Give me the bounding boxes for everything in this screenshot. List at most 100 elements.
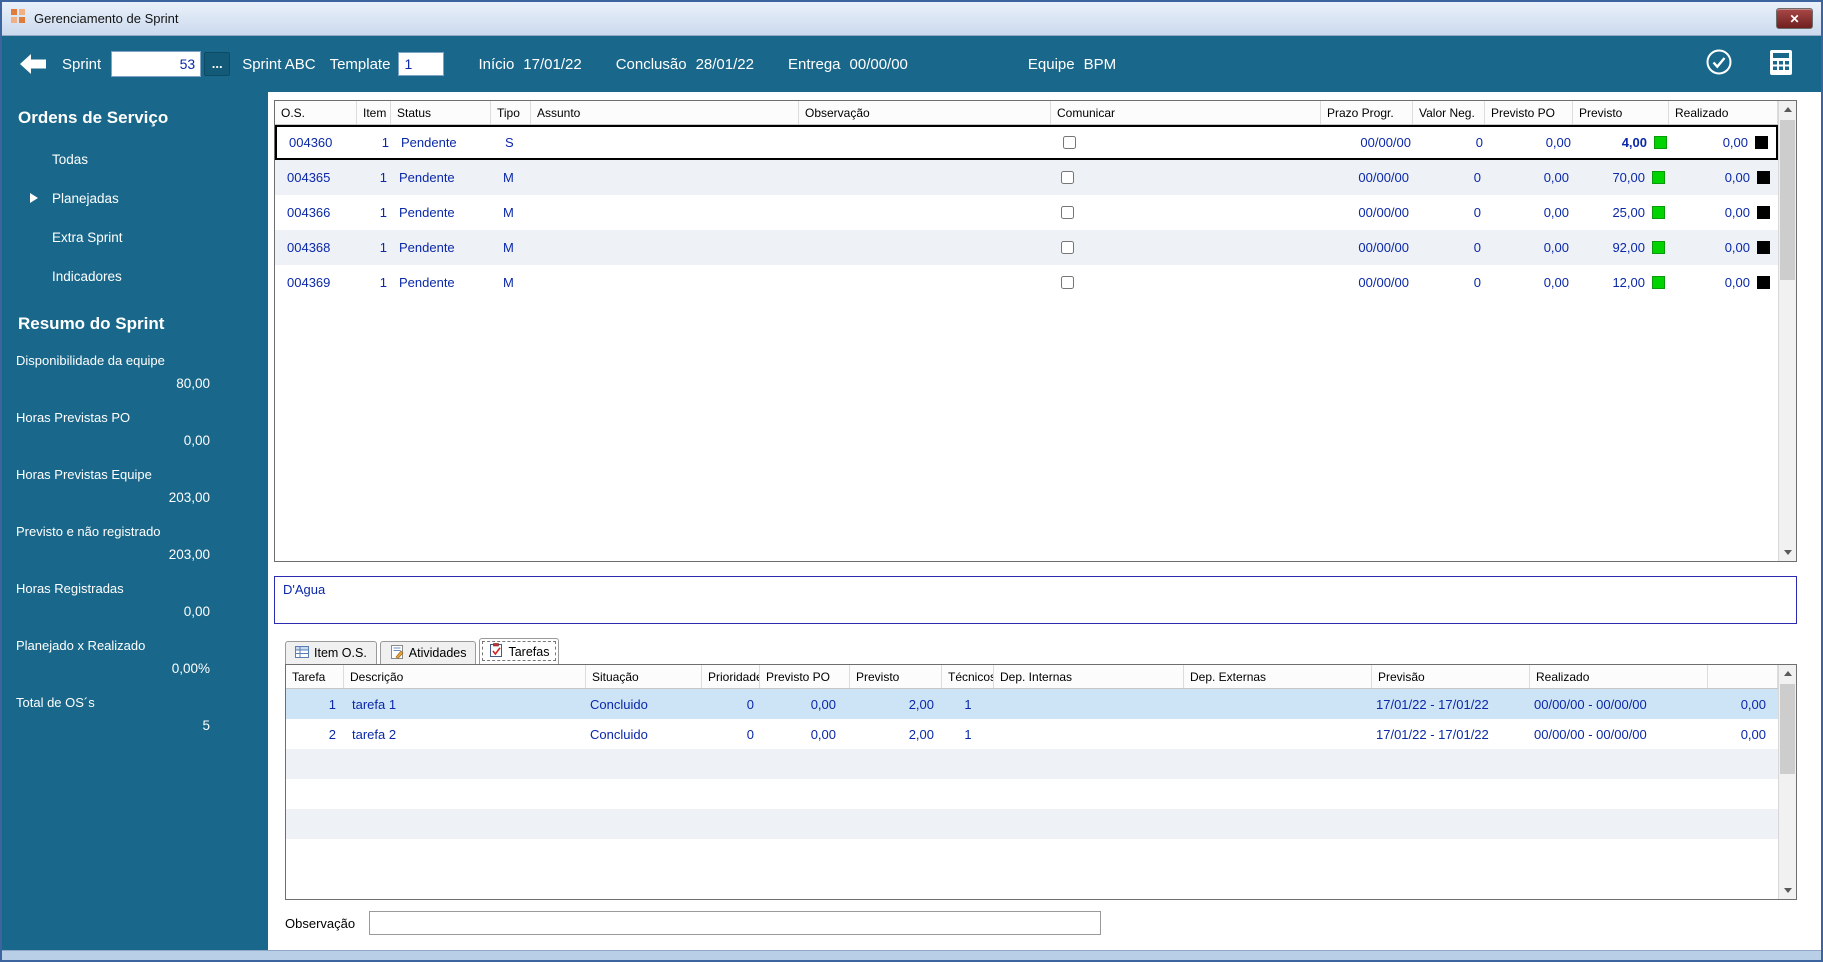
- cell-observacao: [799, 265, 1051, 300]
- cell-item: 1: [379, 170, 387, 185]
- scroll-down-icon[interactable]: [1779, 882, 1796, 899]
- status-green-icon: [1652, 171, 1665, 184]
- table-row[interactable]: 004360 1 Pendente S 00/00/00 0 0,00 4,00…: [275, 125, 1778, 160]
- cell-previsto: 70,00: [1612, 170, 1645, 185]
- col-realizado[interactable]: Realizado: [1530, 665, 1708, 688]
- col-previsto-po[interactable]: Previsto PO: [1485, 101, 1573, 124]
- cell-previsto: 4,00: [1621, 135, 1647, 150]
- cell-previsto-po: 0,00: [1543, 275, 1569, 290]
- scroll-up-icon[interactable]: [1779, 665, 1796, 682]
- scroll-up-icon[interactable]: [1779, 101, 1796, 118]
- tab-strip: Item O.S. Atividades Tarefas: [285, 638, 1797, 664]
- col-valor-neg[interactable]: Valor Neg.: [1413, 101, 1485, 124]
- empty-row: [286, 809, 1778, 839]
- table-row[interactable]: 004368 1 Pendente M 00/00/00 0 0,00 92,0…: [275, 230, 1778, 265]
- col-tecnicos[interactable]: Técnicos: [942, 665, 994, 688]
- titlebar: Gerenciamento de Sprint ✕: [2, 2, 1821, 36]
- col-assunto[interactable]: Assunto: [531, 101, 799, 124]
- inicio-label: Início: [478, 55, 515, 73]
- col-dep-internas[interactable]: Dep. Internas: [994, 665, 1184, 688]
- cell-realizado: 00/00/00 - 00/00/00: [1534, 696, 1647, 712]
- sprint-number-input[interactable]: [111, 51, 202, 77]
- comunicar-checkbox[interactable]: [1063, 136, 1076, 149]
- comunicar-checkbox[interactable]: [1061, 206, 1074, 219]
- col-previsto-po[interactable]: Previsto PO: [760, 665, 850, 688]
- cell-descricao: tarefa 2: [352, 726, 397, 742]
- col-comunicar[interactable]: Comunicar: [1051, 101, 1321, 124]
- cell-prazo: 00/00/00: [1360, 135, 1411, 150]
- col-dep-externas[interactable]: Dep. Externas: [1184, 665, 1372, 688]
- os-grid-scrollbar[interactable]: [1778, 101, 1796, 561]
- cell-previsto-po: 0,00: [1543, 240, 1569, 255]
- status-green-icon: [1654, 136, 1667, 149]
- col-previsao[interactable]: Previsão: [1372, 665, 1530, 688]
- stat-total-os: Total de OS´s 5: [16, 695, 210, 733]
- cell-previsto-po: 0,00: [810, 696, 836, 712]
- observacao-row: Observação: [285, 910, 1797, 936]
- tab-item-os[interactable]: Item O.S.: [285, 641, 377, 664]
- close-button[interactable]: ✕: [1776, 8, 1813, 29]
- comunicar-checkbox[interactable]: [1061, 171, 1074, 184]
- calculator-icon[interactable]: [1769, 49, 1793, 80]
- cell-observacao: [799, 160, 1051, 195]
- sprint-lookup-button[interactable]: ...: [204, 52, 231, 76]
- template-label: Template: [329, 55, 391, 73]
- cell-realizado: 0,00: [1724, 275, 1750, 290]
- col-descricao[interactable]: Descrição: [344, 665, 586, 688]
- confirm-check-icon[interactable]: [1705, 48, 1733, 80]
- status-green-icon: [1652, 206, 1665, 219]
- comunicar-checkbox[interactable]: [1061, 241, 1074, 254]
- sidebar-item-extra-sprint[interactable]: Extra Sprint: [2, 230, 268, 245]
- col-status[interactable]: Status: [391, 101, 491, 124]
- cell-horas: 0,00: [1740, 696, 1766, 712]
- table-row[interactable]: 004365 1 Pendente M 00/00/00 0 0,00 70,0…: [275, 160, 1778, 195]
- col-realizado[interactable]: Realizado: [1669, 101, 1778, 124]
- col-tarefa[interactable]: Tarefa: [286, 665, 344, 688]
- cell-dep-externas: [1184, 719, 1372, 749]
- cell-realizado: 0,00: [1724, 240, 1750, 255]
- sidebar-item-indicadores[interactable]: Indicadores: [2, 269, 268, 284]
- table-row[interactable]: 004366 1 Pendente M 00/00/00 0 0,00 25,0…: [275, 195, 1778, 230]
- template-input[interactable]: [398, 52, 445, 76]
- col-tipo[interactable]: Tipo: [491, 101, 531, 124]
- col-item[interactable]: Item: [357, 101, 391, 124]
- tab-atividades[interactable]: Atividades: [379, 641, 477, 664]
- table-row[interactable]: 1 tarefa 1 Concluido 0 0,00 2,00 1 17/01…: [286, 689, 1778, 719]
- col-situacao[interactable]: Situação: [586, 665, 702, 688]
- cell-prioridade: 0: [746, 726, 754, 742]
- sidebar-item-planejadas[interactable]: Planejadas: [2, 191, 268, 206]
- cell-item: 1: [379, 275, 387, 290]
- os-grid-body: 004360 1 Pendente S 00/00/00 0 0,00 4,00…: [275, 125, 1778, 561]
- task-grid-scrollbar[interactable]: [1778, 665, 1796, 899]
- table-row[interactable]: 004369 1 Pendente M 00/00/00 0 0,00 12,0…: [275, 265, 1778, 300]
- col-previsto[interactable]: Previsto: [850, 665, 942, 688]
- col-os[interactable]: O.S.: [275, 101, 357, 124]
- cell-os: 004368: [287, 240, 331, 255]
- comunicar-checkbox[interactable]: [1061, 276, 1074, 289]
- cell-situacao: Concluido: [590, 696, 648, 712]
- os-subject-memo[interactable]: D'Agua: [274, 576, 1797, 624]
- sidebar-item-todas[interactable]: Todas: [2, 152, 268, 167]
- back-button[interactable]: [18, 53, 48, 75]
- cell-dep-internas: [994, 719, 1184, 749]
- observacao-input[interactable]: [369, 911, 1102, 935]
- cell-assunto: [531, 265, 799, 300]
- cell-valor-neg: 0: [1473, 170, 1481, 185]
- scroll-thumb[interactable]: [1780, 684, 1795, 774]
- cell-valor-neg: 0: [1473, 240, 1481, 255]
- table-row[interactable]: 2 tarefa 2 Concluido 0 0,00 2,00 1 17/01…: [286, 719, 1778, 749]
- col-observacao[interactable]: Observação: [799, 101, 1051, 124]
- tab-tarefas[interactable]: Tarefas: [479, 638, 560, 664]
- scroll-thumb[interactable]: [1780, 120, 1795, 280]
- task-grid-header: Tarefa Descrição Situação Prioridade Pre…: [286, 665, 1778, 689]
- status-black-icon: [1757, 241, 1770, 254]
- cell-prazo: 00/00/00: [1358, 240, 1409, 255]
- col-previsto[interactable]: Previsto: [1573, 101, 1669, 124]
- window-title: Gerenciamento de Sprint: [34, 11, 179, 26]
- main-content: O.S. Item Status Tipo Assunto Observação…: [268, 92, 1821, 950]
- col-prioridade[interactable]: Prioridade: [702, 665, 760, 688]
- cell-item: 1: [381, 135, 389, 150]
- col-prazo[interactable]: Prazo Progr.: [1321, 101, 1413, 124]
- activities-icon: [390, 644, 404, 662]
- scroll-down-icon[interactable]: [1779, 544, 1796, 561]
